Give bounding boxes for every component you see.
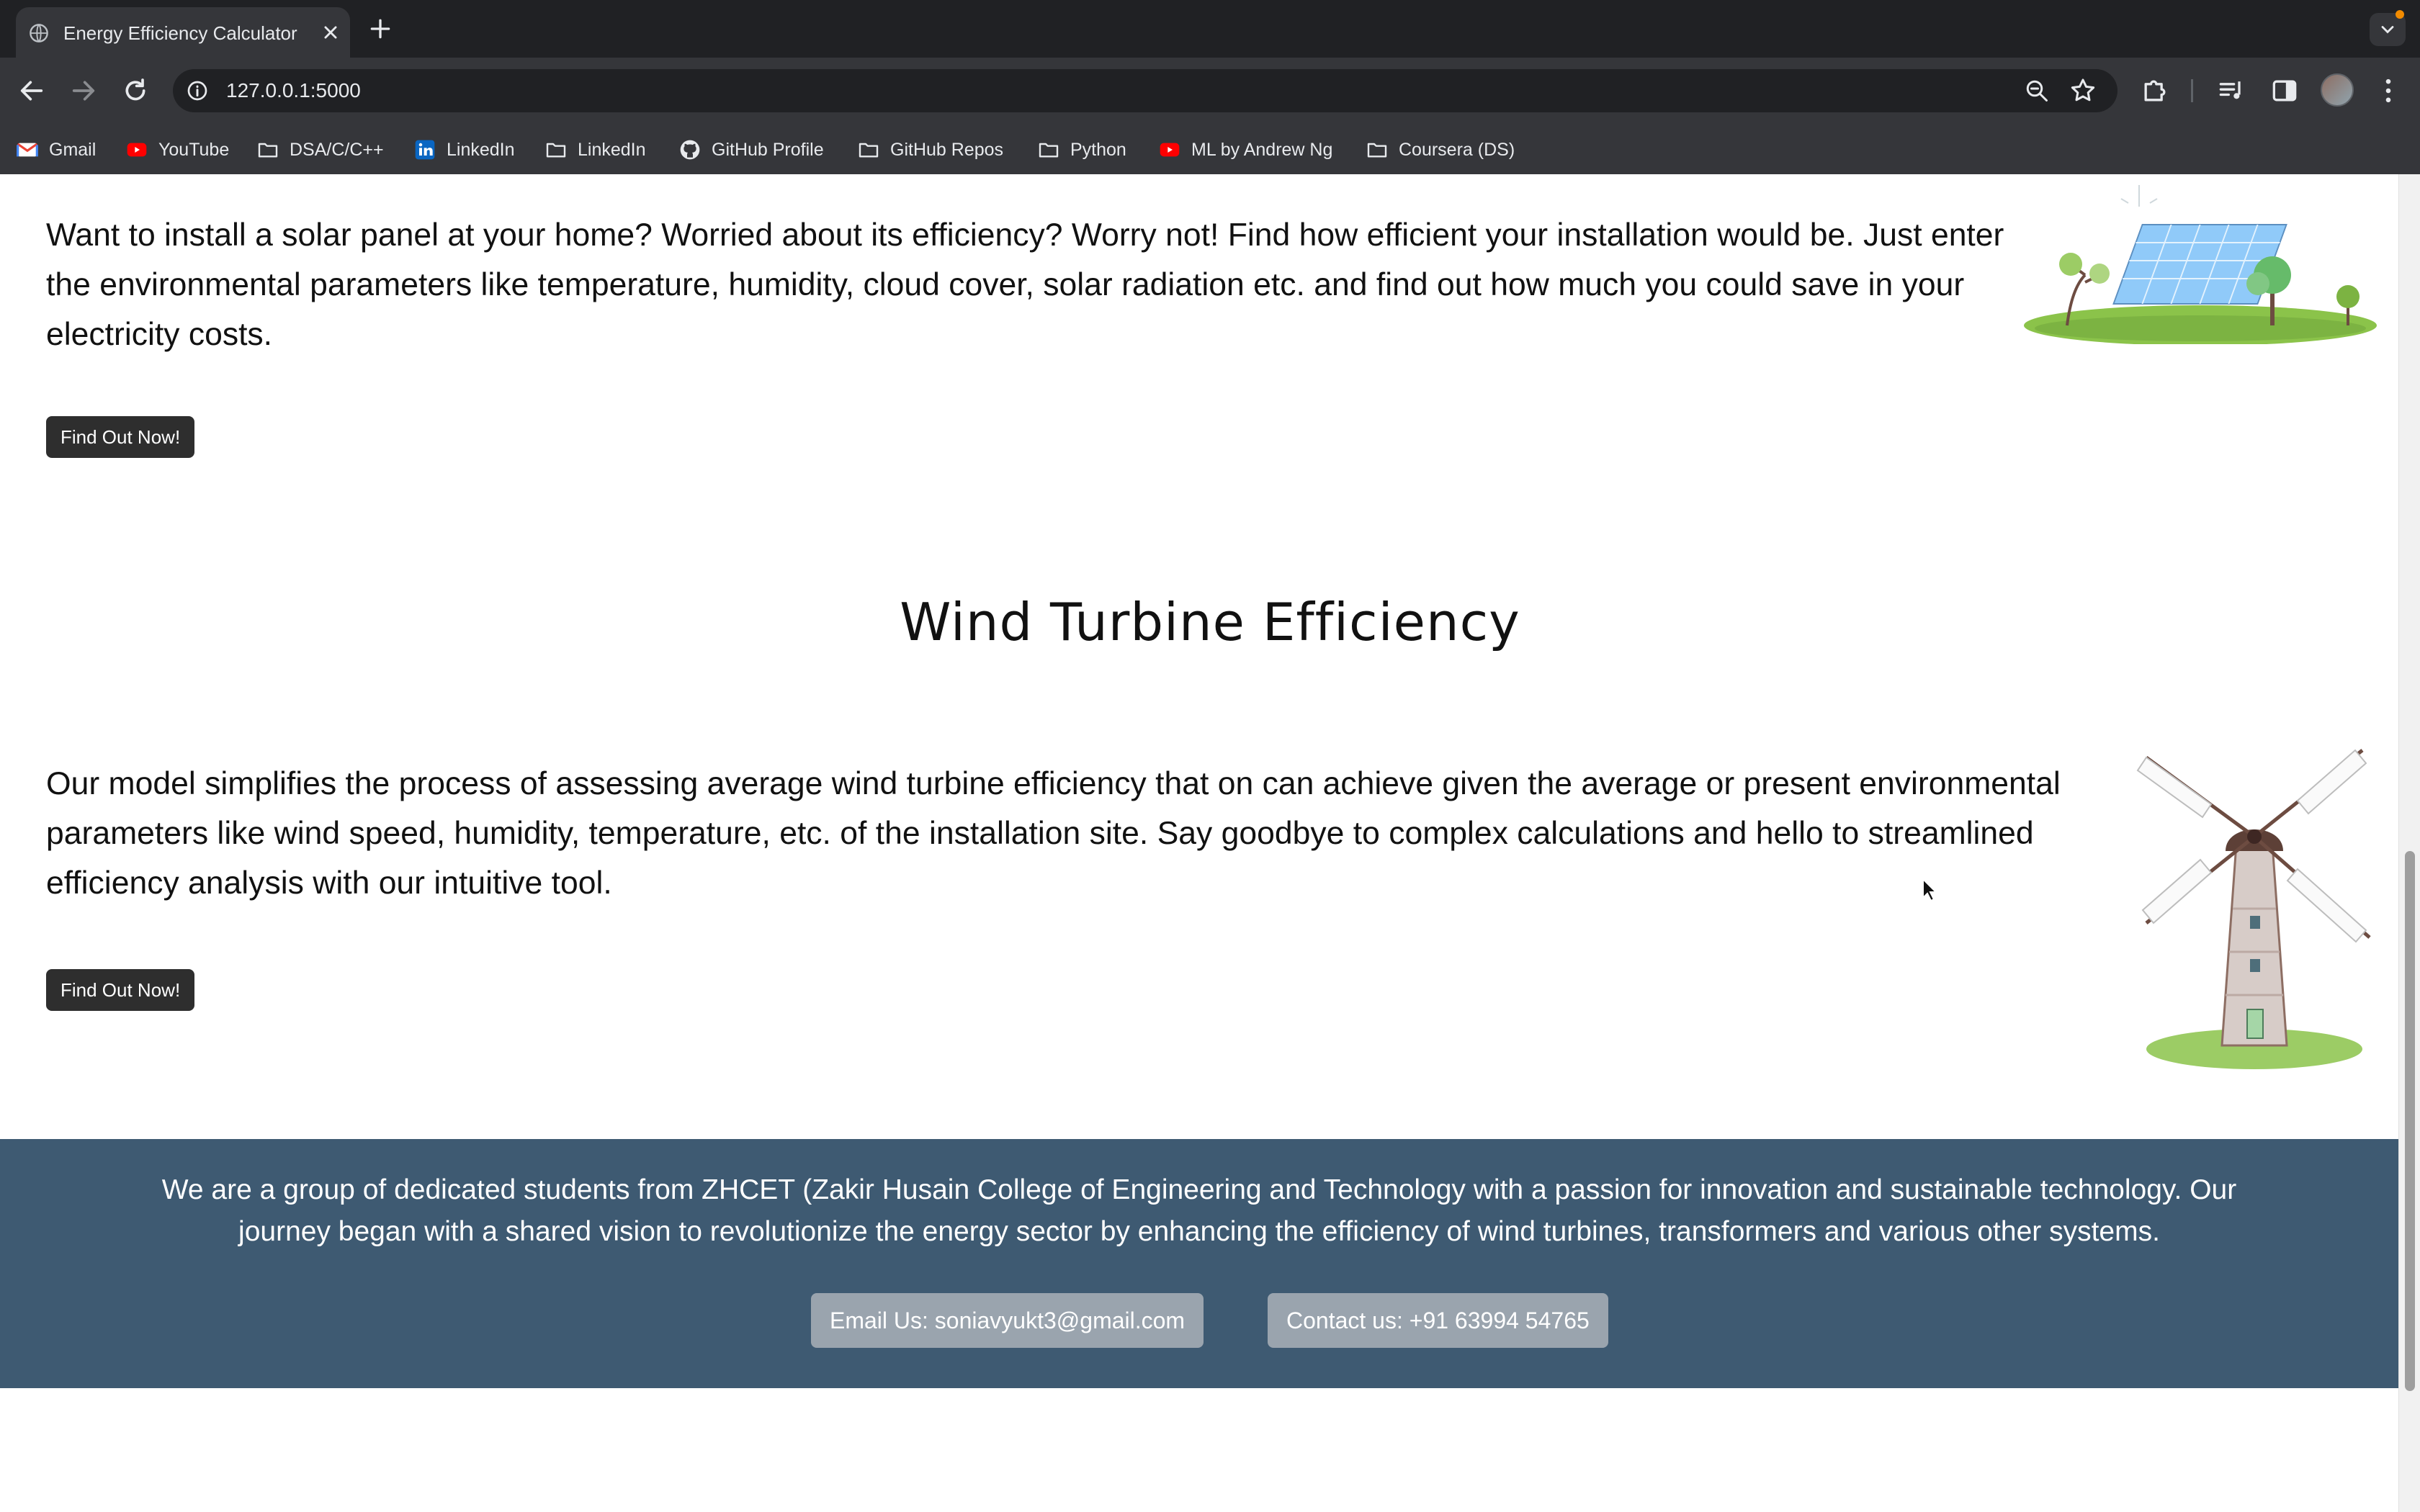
email-button[interactable]: Email Us: soniavyukt3@gmail.com [811,1293,1204,1348]
url-text[interactable]: 127.0.0.1:5000 [226,79,361,102]
address-bar[interactable]: 127.0.0.1:5000 [173,69,2118,112]
github-icon [680,140,700,160]
site-info-icon[interactable] [186,79,209,102]
media-controls-icon[interactable] [2215,75,2247,107]
tab-title: Energy Efficiency Calculator [63,22,297,44]
profile-avatar[interactable] [2321,73,2354,107]
solar-description: Want to install a solar panel at your ho… [46,217,2004,352]
browser-toolbar: 127.0.0.1:5000 [0,58,2420,124]
notification-dot [2396,10,2404,19]
bookmark-star-icon[interactable] [2069,76,2097,105]
bookmark-ml-andrew-ng[interactable]: ML by Andrew Ng [1158,135,1332,164]
page-viewport: Want to install a solar panel at your ho… [0,174,2420,1512]
wind-description: Our model simplifies the process of asse… [46,766,2061,901]
forward-arrow-icon[interactable] [69,76,98,105]
wind-heading: Wind Turbine Efficiency [900,592,1520,652]
linkedin-icon [415,140,435,160]
folder-icon [859,143,879,158]
new-tab-icon[interactable] [366,14,395,43]
youtube-icon [127,143,147,157]
back-arrow-icon[interactable] [17,76,46,105]
folder-icon [1367,143,1387,158]
solar-find-out-button[interactable]: Find Out Now! [46,416,195,458]
windmill-illustration [2136,749,2371,1069]
page-scrollbar[interactable] [2398,174,2420,1512]
reload-icon[interactable] [121,76,150,105]
bookmark-gmail[interactable]: Gmail [16,135,96,164]
extensions-puzzle-icon[interactable] [2139,75,2171,107]
toolbar-separator [2191,79,2193,102]
contact-button[interactable]: Contact us: +91 63994 54765 [1268,1293,1608,1348]
bookmark-folder-python[interactable]: Python [1037,135,1126,164]
solar-panel-illustration [2024,185,2377,344]
folder-icon [546,143,566,158]
tab-search-button[interactable] [2370,10,2406,46]
about-footer: We are a group of dedicated students fro… [0,1139,2398,1388]
globe-icon [30,24,48,42]
bookmark-youtube[interactable]: YouTube [125,135,229,164]
bookmark-github-profile[interactable]: GitHub Profile [678,135,824,164]
close-tab-icon[interactable] [318,20,343,45]
bookmark-linkedin[interactable]: LinkedIn [413,135,515,164]
bookmark-folder-dsa[interactable]: DSA/C/C++ [256,135,384,164]
browser-tab-active[interactable]: Energy Efficiency Calculator [16,7,350,58]
bookmarks-bar: Gmail YouTube DSA/C/C++ LinkedIn LinkedI… [0,124,2420,175]
folder-icon [258,143,278,158]
wind-find-out-button[interactable]: Find Out Now! [46,969,195,1011]
zoom-icon[interactable] [2024,78,2050,104]
tab-strip: Energy Efficiency Calculator [0,0,2420,58]
scrollbar-thumb[interactable] [2405,851,2415,1391]
more-menu-icon[interactable] [2372,75,2404,107]
mouse-cursor-icon [1922,878,1938,902]
side-panel-icon[interactable] [2269,75,2300,107]
footer-about-text: We are a group of dedicated students fro… [161,1174,2237,1247]
folder-icon [1039,143,1059,158]
gmail-icon [17,143,38,157]
youtube-icon [1160,143,1180,157]
bookmark-folder-coursera[interactable]: Coursera (DS) [1366,135,1515,164]
chevron-down-icon [2381,26,2394,34]
bookmark-folder-linkedin[interactable]: LinkedIn [544,135,646,164]
bookmark-folder-github-repos[interactable]: GitHub Repos [857,135,1003,164]
